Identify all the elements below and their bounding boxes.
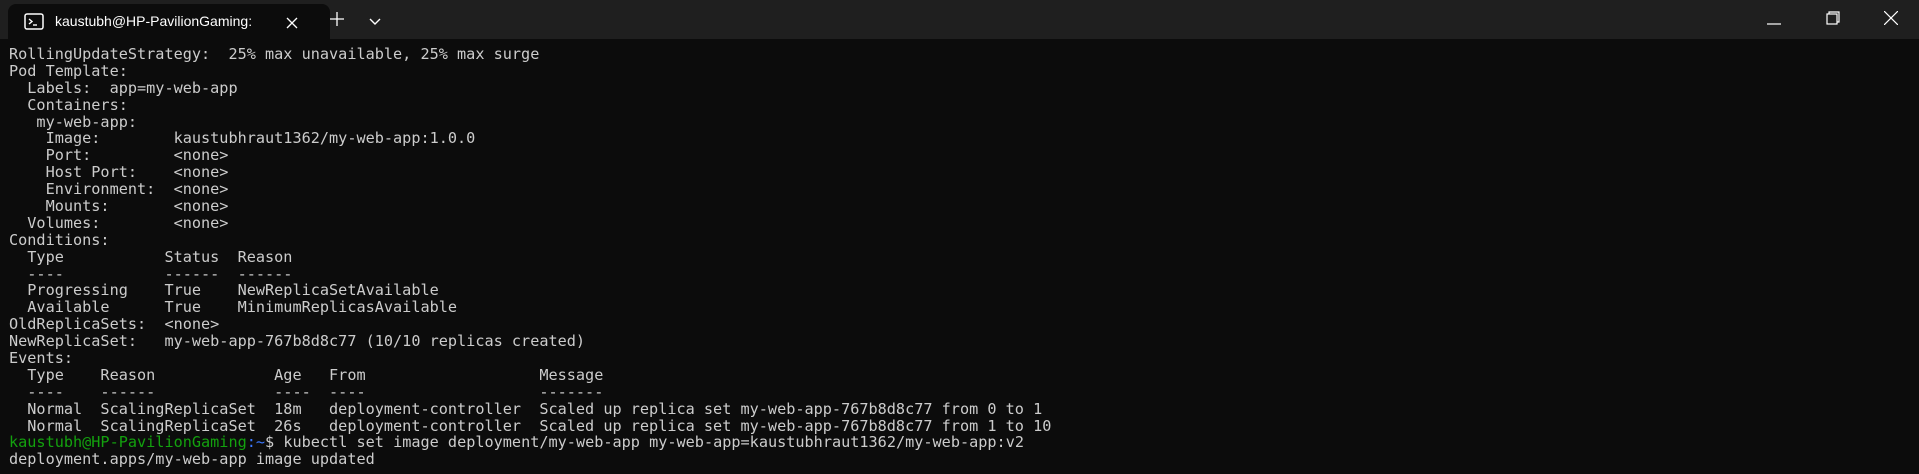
maximize-button[interactable] xyxy=(1804,0,1862,39)
terminal-line: Mounts: <none> xyxy=(9,197,229,216)
terminal-line: Events: xyxy=(9,349,74,368)
terminal-line: Normal ScalingReplicaSet 26s deployment-… xyxy=(9,416,1052,435)
title-bar: kaustubh@HP-PavilionGaming: xyxy=(0,0,1919,39)
terminal-line: Environment: <none> xyxy=(9,180,229,199)
maximize-icon xyxy=(1826,10,1840,29)
terminal-line: Port: <none> xyxy=(9,146,229,165)
terminal-line: Volumes: <none> xyxy=(9,213,229,232)
command-text: kubectl set image deployment/my-web-app … xyxy=(283,433,1024,452)
terminal-tab[interactable]: kaustubh@HP-PavilionGaming: xyxy=(8,4,330,39)
tab-dropdown-button[interactable] xyxy=(360,7,390,33)
command-output: deployment.apps/my-web-app image updated xyxy=(9,450,375,469)
terminal-line: ---- ------ ---- ---- ------- xyxy=(9,382,604,401)
terminal-line: Available True MinimumReplicasAvailable xyxy=(9,298,458,317)
terminal-icon xyxy=(24,13,44,30)
terminal-line: Labels: app=my-web-app xyxy=(9,78,238,97)
terminal-output[interactable]: RollingUpdateStrategy: 25% max unavailab… xyxy=(0,39,1905,474)
terminal-line: Image: kaustubhraut1362/my-web-app:1.0.0 xyxy=(9,129,476,148)
chevron-down-icon xyxy=(369,11,381,30)
prompt-user: kaustubh@HP-PavilionGaming xyxy=(9,433,247,452)
plus-icon xyxy=(330,11,344,30)
minimize-button[interactable] xyxy=(1745,0,1803,39)
terminal-line: Conditions: xyxy=(9,230,110,249)
tab-title: kaustubh@HP-PavilionGaming: xyxy=(55,13,253,29)
terminal-line: Containers: xyxy=(9,95,128,114)
terminal-line: OldReplicaSets: <none> xyxy=(9,315,220,334)
prompt-line: kaustubh@HP-PavilionGaming:~$ kubectl se… xyxy=(9,434,1051,451)
terminal-lines: RollingUpdateStrategy: 25% max unavailab… xyxy=(9,46,1051,468)
terminal-line: Type Status Reason xyxy=(9,247,293,266)
terminal-line: Progressing True NewReplicaSetAvailable xyxy=(9,281,439,300)
terminal-line: Host Port: <none> xyxy=(9,163,229,182)
terminal-line: Pod Template: xyxy=(9,61,128,80)
terminal-line: Type Reason Age From Message xyxy=(9,365,604,384)
prompt-path: :~ xyxy=(246,433,266,452)
close-tab-icon[interactable] xyxy=(280,11,304,35)
terminal-line: Normal ScalingReplicaSet 18m deployment-… xyxy=(9,399,1043,418)
terminal-line: RollingUpdateStrategy: 25% max unavailab… xyxy=(9,45,540,63)
new-tab-button[interactable] xyxy=(322,7,352,33)
terminal-line: my-web-app: xyxy=(9,112,138,131)
prompt-symbol: $ xyxy=(265,433,284,452)
close-icon xyxy=(1883,10,1899,29)
terminal-line: ---- ------ ------ xyxy=(9,264,293,283)
close-window-button[interactable] xyxy=(1862,0,1919,39)
minimize-icon xyxy=(1767,10,1781,29)
terminal-line: NewReplicaSet: my-web-app-767b8d8c77 (10… xyxy=(9,332,586,351)
